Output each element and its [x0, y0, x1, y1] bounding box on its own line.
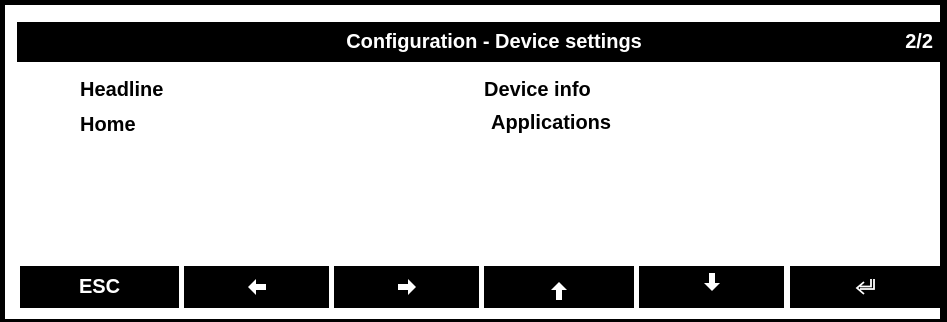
menu-item-device-info[interactable]: Device info — [484, 79, 591, 102]
left-button[interactable] — [184, 266, 329, 308]
arrow-right-icon — [397, 279, 416, 295]
menu-item-applications[interactable]: Applications — [491, 112, 611, 135]
arrow-down-icon — [703, 273, 720, 291]
frame-top-border — [0, 0, 947, 5]
down-button[interactable] — [639, 266, 784, 308]
arrow-left-icon — [247, 279, 266, 295]
frame-right-border — [940, 0, 947, 322]
esc-button[interactable]: ESC — [20, 266, 179, 308]
right-button[interactable] — [334, 266, 479, 308]
menu-item-headline[interactable]: Headline — [80, 79, 163, 102]
enter-button[interactable] — [790, 266, 941, 308]
menu-item-home[interactable]: Home — [80, 114, 136, 137]
page-title: Configuration - Device settings — [346, 31, 642, 53]
frame-left-border — [0, 0, 5, 322]
softkey-bar: ESC — [20, 266, 941, 308]
arrow-up-icon — [551, 282, 567, 300]
device-screen: Configuration - Device settings 2/2 Head… — [0, 0, 947, 322]
page-indicator: 2/2 — [905, 31, 933, 53]
esc-button-label: ESC — [78, 275, 121, 298]
title-bar: Configuration - Device settings 2/2 — [17, 22, 941, 62]
enter-return-icon — [855, 278, 877, 296]
up-button[interactable] — [484, 266, 634, 308]
